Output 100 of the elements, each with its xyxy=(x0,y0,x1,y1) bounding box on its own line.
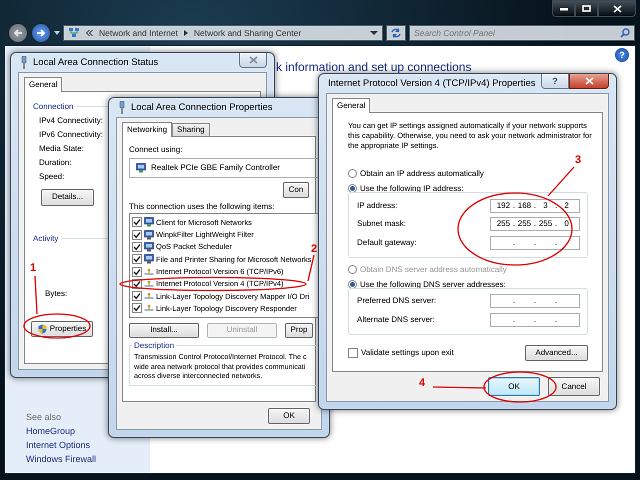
step-number: 1 xyxy=(30,262,36,274)
field-label: Media State: xyxy=(39,142,84,155)
checkbox[interactable] xyxy=(132,242,142,252)
field-label: Default gateway: xyxy=(357,238,417,248)
octet-text: 255 xyxy=(496,219,512,229)
protocol-icon xyxy=(144,291,154,302)
octet-text: 0 xyxy=(563,219,570,229)
checkbox[interactable] xyxy=(132,217,142,228)
dot-text: . xyxy=(554,238,558,248)
ip-address-field[interactable]: . . . xyxy=(490,312,580,327)
tab[interactable]: General xyxy=(332,98,370,113)
double-chevron-icon xyxy=(86,30,93,36)
step-number: 3 xyxy=(574,154,582,166)
field-label: Duration: xyxy=(39,156,72,169)
install-button[interactable]: Install... xyxy=(129,322,199,338)
checkbox[interactable] xyxy=(132,254,142,264)
configure-button[interactable]: Con xyxy=(283,182,309,198)
forward-button[interactable] xyxy=(31,22,51,42)
left-arrow-icon xyxy=(13,28,23,36)
details-button[interactable]: Details... xyxy=(41,188,94,206)
ok-button[interactable]: OK xyxy=(488,377,540,396)
help-button[interactable]: ? xyxy=(615,48,629,62)
maximize-icon xyxy=(582,5,591,12)
checkbox[interactable] xyxy=(132,230,142,240)
field-label: Subnet mask: xyxy=(357,219,406,229)
dot-text: . xyxy=(534,200,536,210)
tab[interactable]: General xyxy=(24,77,62,92)
ip-address-field[interactable]: . . . xyxy=(490,236,580,250)
ok-button[interactable]: OK xyxy=(268,408,310,424)
radio-button[interactable] xyxy=(348,280,357,289)
minimize-icon xyxy=(560,6,568,10)
dot-text: . xyxy=(534,219,536,229)
ip-address-field[interactable]: 255 . 255 . 255 . 0 xyxy=(490,217,580,232)
side-link[interactable]: HomeGroup xyxy=(26,426,76,436)
side-link[interactable]: Internet Options xyxy=(26,440,90,450)
field-label: Connect using: xyxy=(129,145,184,155)
tab[interactable]: Networking xyxy=(122,122,172,137)
maximize-button[interactable] xyxy=(575,0,598,17)
radio-label[interactable]: Use the following DNS server addresses: xyxy=(360,280,506,290)
octet-text: 192 xyxy=(496,200,512,210)
ip-address-field[interactable]: 192 . 168 . 3 . 2 xyxy=(490,198,580,213)
advanced-button[interactable]: Advanced... xyxy=(525,344,588,361)
right-arrow-icon xyxy=(36,28,46,36)
dot-text: . xyxy=(512,238,516,248)
back-button[interactable] xyxy=(8,22,28,42)
close-button[interactable] xyxy=(598,0,636,17)
close-button[interactable] xyxy=(569,74,609,89)
octet-text: 255 xyxy=(516,219,532,229)
dialog-title: Internet Protocol Version 4 (TCP/IPv4) Properties xyxy=(328,78,536,90)
field-label: Bytes: xyxy=(45,288,68,300)
minimize-button[interactable] xyxy=(552,0,575,17)
properties-button[interactable]: Properties xyxy=(31,321,93,338)
dot-text: . xyxy=(512,296,516,306)
group-title: Description xyxy=(133,340,176,350)
step-number: 2 xyxy=(310,243,318,255)
refresh-button[interactable] xyxy=(386,24,406,40)
network-plug-icon xyxy=(118,101,126,114)
search-input[interactable]: Search Control Panel xyxy=(414,28,620,38)
ip-address-field[interactable]: . . . xyxy=(490,294,580,308)
search-icon xyxy=(620,28,630,38)
breadcrumb-item[interactable]: Network and Internet xyxy=(99,28,178,38)
radio-label[interactable]: Use the following IP address: xyxy=(360,184,464,194)
monitor-icon xyxy=(144,230,154,240)
dot-text: . xyxy=(554,314,558,324)
checkbox[interactable] xyxy=(132,303,142,314)
network-plug-icon xyxy=(20,56,28,69)
dot-text: . xyxy=(534,296,536,306)
help-button[interactable]: ? xyxy=(541,74,569,89)
protocol-icon xyxy=(144,303,154,314)
octet-text: 168 xyxy=(516,200,532,210)
checkbox-label[interactable]: Validate settings upon exit xyxy=(361,348,454,358)
radio-label[interactable]: Obtain an IP address automatically xyxy=(360,169,484,179)
breadcrumb-item[interactable]: Network and Sharing Center xyxy=(194,28,302,38)
octet-text: 255 xyxy=(538,219,554,229)
radio-button[interactable] xyxy=(348,184,357,194)
tab[interactable]: Sharing xyxy=(172,123,210,136)
adapter-name: Realtek PCIe GBE Family Controller xyxy=(151,162,280,172)
checkbox[interactable] xyxy=(132,291,142,302)
checkbox[interactable] xyxy=(132,266,142,277)
network-client-icon xyxy=(136,162,146,173)
field-label: Preferred DNS server: xyxy=(357,296,436,306)
field-label: IPv6 Connectivity: xyxy=(39,128,104,141)
side-link[interactable]: Windows Firewall xyxy=(26,454,96,464)
address-bar[interactable]: Network and Internet Network and Sharing Center xyxy=(63,24,383,40)
chevron-right-icon xyxy=(184,30,188,36)
network-icon xyxy=(68,26,80,38)
radio-button[interactable] xyxy=(348,169,357,178)
close-icon xyxy=(584,77,594,85)
dot-text: . xyxy=(554,219,558,229)
network-client-icon xyxy=(144,217,154,228)
properties-button[interactable]: Prop xyxy=(285,322,313,338)
search-field[interactable]: Search Control Panel xyxy=(409,24,635,40)
checkbox[interactable] xyxy=(348,348,358,358)
protocol-icon xyxy=(144,278,154,289)
field-label: Alternate DNS server: xyxy=(357,314,435,324)
dot-text: . xyxy=(554,296,558,306)
page-heading: k information and set up connections xyxy=(276,60,472,74)
cancel-button[interactable]: Cancel xyxy=(548,377,600,396)
dot-text: . xyxy=(554,200,558,210)
dropdown-caret-icon xyxy=(370,30,378,34)
